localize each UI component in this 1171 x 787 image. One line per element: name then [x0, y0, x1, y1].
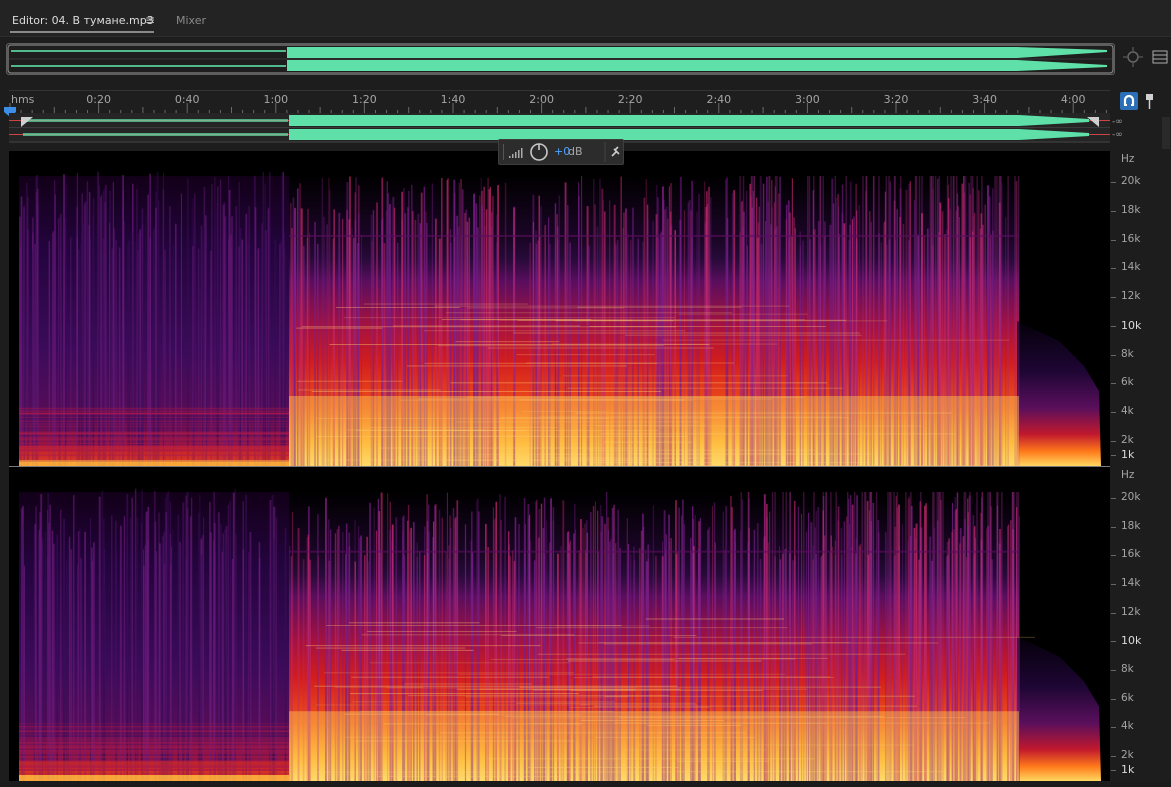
- frequency-label: 1k: [1121, 448, 1135, 461]
- frequency-label: 2k: [1121, 749, 1134, 761]
- right-channel-meter-label: -∞: [1112, 130, 1123, 140]
- tab-bar: Editor: 04. В тумане.mp3 ≡ Mixer: [0, 0, 1171, 37]
- ruler-tick-label: 2:00: [529, 93, 554, 106]
- volume-hud[interactable]: +0 dB: [498, 139, 624, 165]
- frequency-tick: [1111, 210, 1116, 212]
- ruler-tick-label: 3:40: [972, 93, 997, 106]
- frequency-label: 18k: [1121, 519, 1141, 532]
- frequency-tick: [1111, 239, 1116, 241]
- frequency-tick: [1111, 670, 1116, 671]
- frequency-label: 10k: [1121, 318, 1142, 332]
- frequency-tick: [1111, 354, 1116, 356]
- frequency-tick: [1111, 526, 1116, 528]
- frequency-tick: [1111, 412, 1116, 414]
- frequency-tick: [1111, 441, 1116, 442]
- playhead-icon[interactable]: [4, 102, 16, 117]
- volume-knob-icon: [530, 143, 548, 161]
- frequency-label: 18k: [1121, 203, 1141, 216]
- frequency-label: 20k: [1121, 175, 1141, 187]
- ruler-tick-label: 1:00: [263, 93, 289, 106]
- frequency-label: 20k: [1121, 491, 1141, 503]
- frequency-label: 6k: [1121, 691, 1134, 704]
- ruler-tick-label: 0:20: [86, 93, 111, 106]
- frequency-unit-label: Hz: [1121, 153, 1135, 165]
- frequency-tick: [1111, 498, 1116, 499]
- magnet-snap-icon[interactable]: [1120, 92, 1138, 110]
- frequency-label: 16k: [1121, 548, 1141, 561]
- frequency-label: 4k: [1121, 405, 1134, 418]
- ruler-tick-label: 2:20: [617, 93, 643, 106]
- ruler-tick-label: 1:20: [352, 93, 377, 106]
- frequency-label: 6k: [1121, 376, 1134, 389]
- frequency-label: 10k: [1121, 634, 1142, 648]
- spectrogram-left-channel[interactable]: [9, 151, 1110, 466]
- ruler-tick-label: 3:00: [795, 93, 820, 106]
- frequency-label: 16k: [1121, 232, 1141, 245]
- ruler-tick-label: 1:40: [440, 93, 466, 106]
- frequency-scale-left[interactable]: Hz 20k 18k 16k 14k 12k 10k 8k 6k 4k 2k 1k: [1111, 151, 1171, 466]
- time-ruler[interactable]: hms 0:20 0:40 1:00 1:20 1:40 2:00 2:20 2:40 3:00…: [9, 90, 1110, 113]
- overview-waveform: [7, 44, 1114, 74]
- frequency-tick: [1111, 612, 1116, 614]
- marker-pin-icon[interactable]: [1145, 92, 1155, 110]
- bottom-border: [0, 781, 1171, 787]
- frequency-tick: [1111, 383, 1116, 385]
- frequency-label: 12k: [1121, 605, 1141, 618]
- frequency-label: 4k: [1121, 720, 1134, 733]
- frequency-tick: [1111, 698, 1116, 700]
- frequency-label: 2k: [1121, 434, 1134, 446]
- frequency-tick: [1111, 325, 1116, 327]
- zoom-to-selection-icon[interactable]: [1122, 46, 1144, 68]
- tab-menu-icon[interactable]: ≡: [145, 13, 155, 27]
- frequency-label: 8k: [1121, 347, 1134, 360]
- active-tab-indicator: [10, 31, 154, 33]
- frequency-unit-label: Hz: [1121, 469, 1135, 481]
- frequency-tick: [1111, 297, 1116, 299]
- frequency-label: 12k: [1121, 290, 1141, 303]
- frequency-tick: [1111, 584, 1116, 585]
- frequency-tick: [1111, 756, 1116, 757]
- ruler-tick-label: 0:40: [174, 93, 200, 106]
- frequency-tick: [1111, 268, 1116, 270]
- tab-mixer[interactable]: Mixer: [176, 14, 206, 27]
- frequency-label: 14k: [1121, 261, 1141, 274]
- left-channel-meter-label: -∞: [1112, 117, 1123, 127]
- frequency-tick: [1111, 770, 1116, 771]
- spectrogram-right-channel[interactable]: [9, 467, 1110, 781]
- frequency-label: 14k: [1121, 577, 1141, 589]
- panel-menu-icon[interactable]: [1152, 49, 1168, 65]
- pin-icon: [611, 146, 620, 157]
- frequency-label: 8k: [1121, 663, 1134, 675]
- waveform-overview[interactable]: [6, 43, 1115, 75]
- ruler-tick-label: 3:20: [883, 93, 909, 106]
- frequency-label: 1k: [1121, 763, 1135, 776]
- tab-editor[interactable]: Editor: 04. В тумане.mp3: [12, 14, 154, 27]
- ruler-tick-label: 4:00: [1060, 93, 1086, 106]
- vertical-scrollbar[interactable]: [1162, 117, 1170, 149]
- frequency-tick: [1111, 455, 1116, 456]
- frequency-scale-right[interactable]: Hz 20k 18k 16k 14k 12k 10k 8k 6k 4k 2k 1k: [1111, 467, 1171, 781]
- ruler-tick-label: 2:40: [706, 93, 732, 106]
- volume-bars-icon: [503, 144, 523, 160]
- frequency-tick: [1111, 641, 1116, 643]
- frequency-tick: [1111, 182, 1116, 183]
- hud-volume-unit: dB: [568, 145, 583, 158]
- frequency-tick: [1111, 727, 1116, 729]
- frequency-tick: [1111, 555, 1116, 557]
